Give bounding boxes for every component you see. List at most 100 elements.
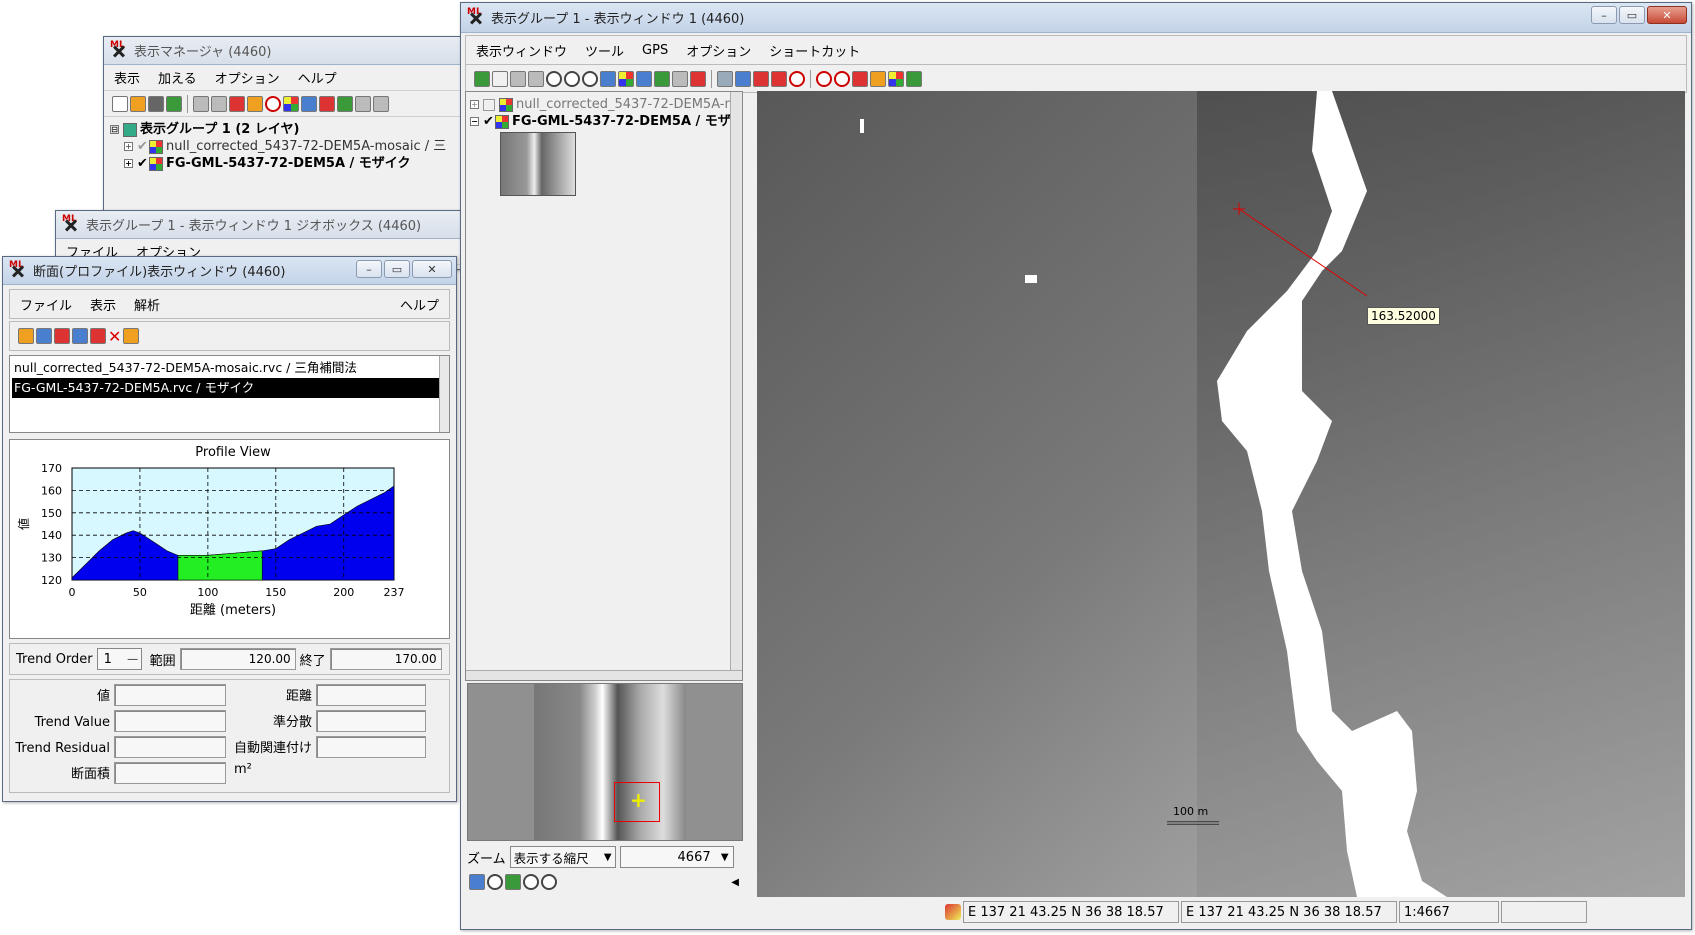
group-row[interactable]: ⊟ 表示グループ 1 (2 レイヤ) [110,121,456,138]
range-end-field[interactable]: 170.00 [329,648,442,670]
menu-view[interactable]: 表示 [114,68,140,87]
new-icon[interactable] [112,95,128,112]
map-canvas[interactable]: 163.52000 100 m [757,91,1685,897]
zoom-group-icon[interactable] [618,70,634,87]
grid-icon[interactable] [283,95,299,112]
chart-icon[interactable] [906,70,922,87]
binoculars-icon[interactable] [528,70,544,87]
remove-icon[interactable] [90,328,106,344]
raster-icon[interactable] [247,95,263,112]
add-layer-icon[interactable] [229,95,245,112]
stop-icon[interactable] [789,70,805,87]
add-icon[interactable] [72,328,88,344]
window-title: 断面(プロファイル)表示ウィンドウ (4460) [33,265,286,280]
save-icon[interactable] [148,95,164,112]
camera-icon[interactable] [672,70,688,87]
list-icon[interactable] [355,95,371,112]
legend-view-icon[interactable] [469,874,485,890]
check-icon[interactable] [483,98,495,111]
select-tool-icon[interactable] [717,70,733,87]
check-icon[interactable]: ✔ [483,113,495,130]
zoom-layer-icon[interactable] [600,70,616,87]
menu-gps[interactable]: GPS [642,43,668,58]
open-icon[interactable] [130,95,146,112]
delete-icon[interactable]: ✕ [108,327,121,346]
horizontal-scrollbar[interactable] [466,670,742,680]
add-point-icon[interactable] [690,70,706,87]
range-start-field[interactable]: 120.00 [179,648,296,670]
menu-shortcuts[interactable]: ショートカット [769,41,860,60]
open-icon[interactable] [18,328,34,344]
zoom-in-icon[interactable] [546,70,562,87]
pencil-icon[interactable] [870,70,886,87]
table-icon[interactable] [319,95,335,112]
display-manager-titlebar[interactable]: ML 表示マネージャ (4460) [104,37,462,65]
pan-icon[interactable] [510,70,526,87]
circle-icon[interactable] [265,95,281,112]
pointer-icon[interactable] [852,70,868,87]
maximize-button[interactable]: ▭ [384,260,410,278]
close-button[interactable]: ✕ [1647,6,1687,24]
menu-analysis[interactable]: 解析 [134,295,160,314]
export-icon[interactable] [54,328,70,344]
maximize-button[interactable]: ▭ [1619,6,1645,24]
map-icon[interactable] [337,95,353,112]
zoom-mode-select[interactable]: 表示する縮尺 ▼ [509,846,616,868]
check-icon[interactable]: ✔ [137,155,149,172]
search-icon[interactable] [834,70,850,87]
arrow-left-icon[interactable] [753,70,769,87]
zoom-out-icon[interactable] [564,70,580,87]
import-icon[interactable] [36,328,52,344]
close-button[interactable]: ✕ [412,260,452,278]
layer-row[interactable]: + ✔ FG-GML-5437-72-DEM5A / モザイク [110,155,456,172]
window-title: 表示マネージャ (4460) [134,45,272,60]
geobox-titlebar[interactable]: ML 表示グループ 1 - 表示ウィンドウ 1 ジオボックス (4460) [56,211,464,239]
settings-icon[interactable] [123,328,140,344]
arrow-right-icon[interactable] [771,70,787,87]
layer-row[interactable]: − ✔ FG-GML-5437-72-DEM5A / モザイ [470,113,738,130]
minimize-button[interactable]: – [356,260,382,278]
zoom-overview-icon[interactable] [523,874,539,890]
overview-icon[interactable] [505,874,521,890]
menu-display-window[interactable]: 表示ウィンドウ [476,41,567,60]
vertical-scrollbar[interactable] [730,92,742,680]
scrollbar[interactable] [439,356,449,432]
trend-order-select[interactable]: 1 ― [96,648,142,670]
zoom-value-field[interactable]: 4667 ▼ [619,846,734,868]
target-icon[interactable] [816,70,832,87]
profile-chart[interactable]: Profile View 0 50 100 150 200 237 120 130 140 150 1… [10,440,451,638]
zoom-box-icon[interactable] [582,70,598,87]
vector-icon[interactable] [301,95,317,112]
layer-icon[interactable] [166,95,182,112]
list2-icon[interactable] [373,95,389,112]
list-item[interactable]: null_corrected_5437-72-DEM5A-mosaic.rvc … [12,358,447,378]
menu-view[interactable]: 表示 [90,295,116,314]
zoom-in-overview-icon[interactable] [541,874,557,890]
menu-help[interactable]: ヘルプ [298,68,337,87]
list-item-selected[interactable]: FG-GML-5437-72-DEM5A.rvc / モザイク [12,378,439,398]
terrain-icon[interactable] [211,95,227,112]
copy-icon[interactable] [193,95,209,112]
measure-icon[interactable] [735,70,751,87]
locate-icon[interactable] [654,70,670,87]
magnify-icon[interactable] [487,874,503,890]
menu-file[interactable]: ファイル [20,295,72,314]
layer-row[interactable]: + ✔ null_corrected_5437-72-DEM5A-mosaic / … [110,138,456,155]
menu-options[interactable]: オプション [215,68,280,87]
menu-options[interactable]: オプション [686,41,751,60]
y-tick-label: 160 [41,484,62,497]
minimize-button[interactable]: – [1591,6,1617,24]
overview-locator[interactable]: + [467,683,743,841]
layer-row[interactable]: + null_corrected_5437-72-DEM5A-m [470,96,738,113]
zoom-prev-icon[interactable] [636,70,652,87]
menu-tools[interactable]: ツール [585,41,624,60]
profile-titlebar[interactable]: ML 断面(プロファイル)表示ウィンドウ (4460) – ▭ ✕ [3,257,456,285]
check-icon[interactable]: ✔ [137,138,149,155]
legend-icon[interactable] [888,70,904,87]
menu-add[interactable]: 加える [158,68,197,87]
redraw-icon[interactable] [474,70,490,87]
collapse-icon[interactable]: ◀ [731,877,739,888]
menu-help[interactable]: ヘルプ [400,295,439,314]
main-titlebar[interactable]: ML 表示グループ 1 - 表示ウィンドウ 1 (4460) – ▭ ✕ [461,3,1691,33]
full-view-icon[interactable] [492,70,508,87]
